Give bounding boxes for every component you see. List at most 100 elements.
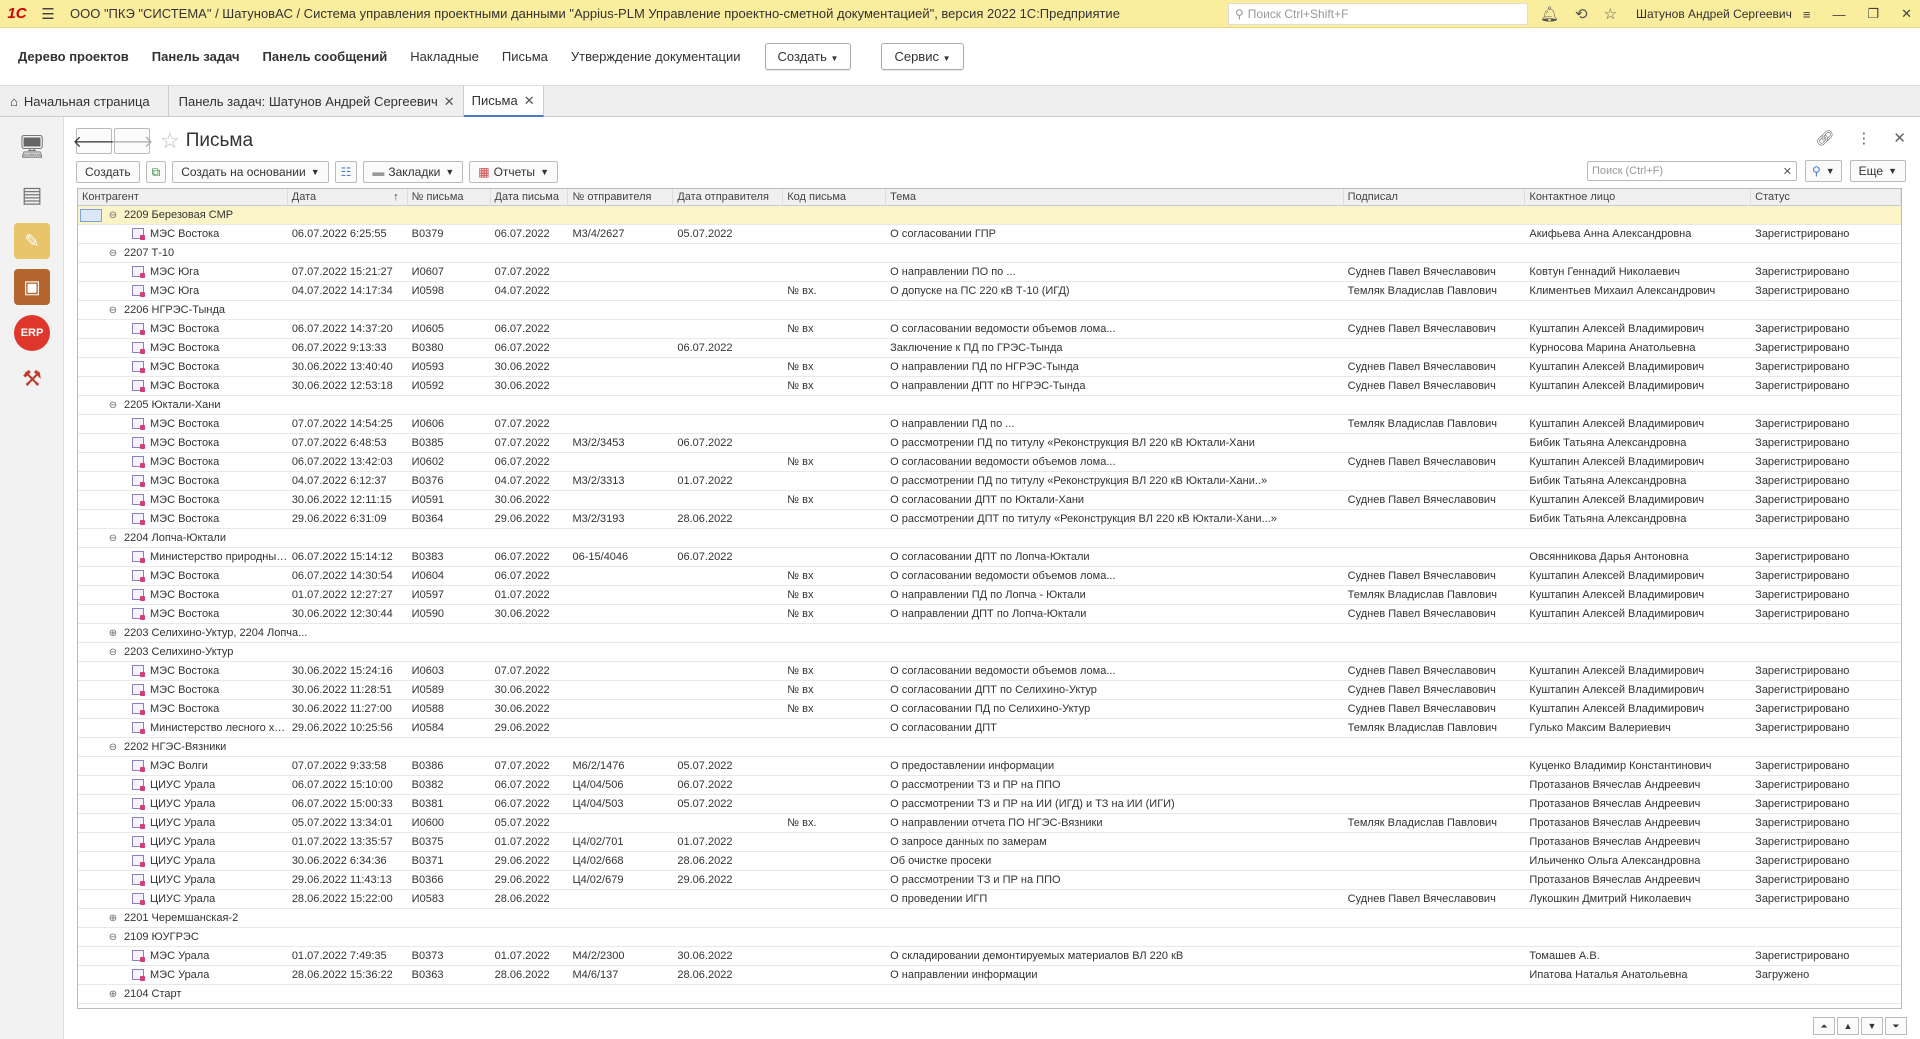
table-row[interactable]: Министерство лесного хо... 29.06.2022 10:… (78, 719, 1901, 738)
collapse-group-icon[interactable]: ⊖ (108, 396, 118, 415)
main-menu-icon[interactable]: ☰ (34, 5, 62, 23)
group-row[interactable]: ⊕ 2201 Черемшанская-2 (78, 909, 1901, 928)
table-row[interactable]: МЭС Волги 07.07.2022 9:33:58 В0386 07.07.20… (78, 757, 1901, 776)
bookmarks-button[interactable]: ▬ Закладки ▼ (363, 161, 464, 183)
scroll-next-icon[interactable]: ▼ (1861, 1017, 1883, 1035)
table-row[interactable]: ЦИУС Урала 01.07.2022 13:35:57 В0375 01.07.… (78, 833, 1901, 852)
tab-letters[interactable]: Письма ✕ (463, 86, 544, 117)
column-header-status[interactable]: Статус (1751, 189, 1901, 206)
table-row[interactable]: ЦИУС Урала 30.06.2022 6:34:36 В0371 29.06.2… (78, 852, 1901, 871)
create-button[interactable]: Создать (76, 161, 140, 183)
table-row[interactable]: МЭС Востока 30.06.2022 12:30:44 И0590 30.06… (78, 605, 1901, 624)
favorite-star-icon[interactable]: ☆ (160, 128, 180, 154)
expand-group-icon[interactable]: ⊕ (108, 985, 118, 1004)
table-row[interactable]: МЭС Юга 04.07.2022 14:17:34 И0598 04.07.202… (78, 282, 1901, 301)
column-header-date[interactable]: Дата ↑ (288, 189, 408, 206)
briefcase-icon[interactable]: ▣ (14, 269, 50, 305)
forward-button[interactable]: 🡒 (111, 128, 153, 154)
column-header-contact-person[interactable]: Контактное лицо (1525, 189, 1752, 206)
history-icon[interactable]: ⟲ (1575, 5, 1588, 23)
menu-item-messages-panel[interactable]: Панель сообщений (263, 49, 388, 64)
search-options-button[interactable]: ⚲ ▼ (1804, 160, 1842, 182)
table-row[interactable]: ЦИУС Урала 28.06.2022 15:22:00 И0583 28.06.… (78, 890, 1901, 909)
group-row[interactable]: ⊖ 2207 Т-10 (78, 244, 1901, 263)
letters-table[interactable]: Контрагент Дата ↑ № письма Дата письма № отпр… (77, 188, 1902, 1009)
table-row[interactable]: МЭС Востока 06.07.2022 14:30:54 И0604 06.07… (78, 567, 1901, 586)
restore-icon[interactable]: ❐ (1867, 6, 1879, 22)
table-row[interactable]: МЭС Востока 30.06.2022 11:28:51 И0589 30.06… (78, 681, 1901, 700)
global-search-input[interactable]: ⚲ Поиск Ctrl+Shift+F (1228, 3, 1528, 25)
table-row[interactable]: МЭС Урала 01.07.2022 7:49:35 В0373 01.07.20… (78, 947, 1901, 966)
table-row[interactable]: МЭС Востока 30.06.2022 11:27:00 И0588 30.06… (78, 700, 1901, 719)
expand-group-icon[interactable]: ⊕ (108, 909, 118, 928)
table-row[interactable]: ЦИУС Урала 29.06.2022 11:43:13 В0366 29.06.… (78, 871, 1901, 890)
group-row[interactable]: ⊕ 2104 Старт (78, 985, 1901, 1004)
create-menu-button[interactable]: Создать ▼ (764, 43, 852, 70)
copy-icon[interactable]: ⧉ (145, 161, 167, 183)
close-tab-icon[interactable]: ✕ (444, 94, 455, 110)
table-row[interactable]: МЭС Востока 01.07.2022 12:27:27 И0597 01.07… (78, 586, 1901, 605)
group-row[interactable]: ⊖ 2206 НГРЭС-Тында (78, 301, 1901, 320)
collapse-group-icon[interactable]: ⊖ (108, 738, 118, 757)
column-header-letter-code[interactable]: Код письма (783, 189, 887, 206)
group-row[interactable]: ⊖ 2205 Юктали-Хани (78, 396, 1901, 415)
table-row[interactable]: МЭС Востока 07.07.2022 14:54:25 И0606 07.07… (78, 415, 1901, 434)
table-row[interactable]: МЭС Востока 06.07.2022 6:25:55 В0379 06.07.… (78, 225, 1901, 244)
scroll-first-icon[interactable]: ⏶ (1813, 1017, 1835, 1035)
menu-item-project-tree[interactable]: Дерево проектов (18, 49, 129, 64)
table-row[interactable]: МЭС Востока 30.06.2022 12:11:15 И0591 30.06… (78, 491, 1901, 510)
collapse-group-icon[interactable]: ⊖ (108, 206, 118, 225)
table-row[interactable]: МЭС Юга 07.07.2022 15:21:27 И0607 07.07.202… (78, 263, 1901, 282)
column-header-subject[interactable]: Тема (886, 189, 1344, 206)
back-button[interactable]: 🡐 (73, 128, 115, 154)
favorites-star-icon[interactable]: ☆ (1604, 5, 1617, 23)
table-row[interactable]: Министерство природных... 06.07.2022 15:1… (78, 548, 1901, 567)
collapse-group-icon[interactable]: ⊖ (108, 244, 118, 263)
collapse-group-icon[interactable]: ⊖ (108, 301, 118, 320)
more-actions-icon[interactable]: ⋮ (1856, 129, 1871, 147)
table-row[interactable]: ЦИУС Урала 06.07.2022 15:10:00 В0382 06.07.… (78, 776, 1901, 795)
table-row[interactable]: МЭС Востока 07.07.2022 6:48:53 В0385 07.07.… (78, 434, 1901, 453)
printer-icon[interactable]: ▤ (14, 177, 50, 213)
tasks-icon[interactable]: ✎ (14, 223, 50, 259)
scroll-last-icon[interactable]: ⏷ (1885, 1017, 1907, 1035)
close-tab-icon[interactable]: ✕ (524, 93, 535, 109)
table-row[interactable]: ЦИУС Урала 05.07.2022 13:34:01 И0600 05.07.… (78, 814, 1901, 833)
column-header-letter-date[interactable]: Дата письма (491, 189, 569, 206)
list-search-input[interactable]: Поиск (Ctrl+F) ✕ (1586, 161, 1797, 181)
column-header-sender-date[interactable]: Дата отправителя (673, 189, 784, 206)
close-window-icon[interactable]: ✕ (1901, 6, 1912, 22)
table-row[interactable]: МЭС Востока 06.07.2022 9:13:33 В0380 06.07.… (78, 339, 1901, 358)
expand-group-icon[interactable]: ⊕ (108, 624, 118, 643)
table-row[interactable]: МЭС Востока 04.07.2022 6:12:37 В0376 04.07.… (78, 472, 1901, 491)
settings-menu-icon[interactable]: ≡ (1803, 7, 1811, 22)
table-row[interactable]: МЭС Востока 29.06.2022 6:31:09 В0364 29.06.… (78, 510, 1901, 529)
menu-item-doc-approval[interactable]: Утверждение документации (571, 49, 741, 64)
column-header-signed-by[interactable]: Подписал (1344, 189, 1526, 206)
table-row[interactable]: МЭС Востока 06.07.2022 13:42:03 И0602 06.07… (78, 453, 1901, 472)
close-form-icon[interactable]: ✕ (1893, 129, 1906, 147)
desktop-icon[interactable]: 🖥︎ (14, 129, 50, 165)
collapse-group-icon[interactable]: ⊖ (108, 529, 118, 548)
table-row[interactable]: МЭС Востока 30.06.2022 13:40:40 И0593 30.06… (78, 358, 1901, 377)
group-row[interactable]: ⊖ 2109 ЮУГРЭС (78, 928, 1901, 947)
table-row[interactable]: МЭС Востока 30.06.2022 15:24:16 И0603 07.07… (78, 662, 1901, 681)
group-row[interactable]: ⊕ 2203 Селихино-Уктур, 2204 Лопча... (78, 624, 1901, 643)
erp-icon[interactable]: ERP (14, 315, 50, 351)
table-row[interactable]: МЭС Урала 28.06.2022 15:36:22 В0363 28.06.2… (78, 966, 1901, 985)
current-user[interactable]: Шатунов Андрей Сергеевич (1636, 0, 1792, 28)
column-header-letter-number[interactable]: № письма (408, 189, 491, 206)
clear-search-icon[interactable]: ✕ (1783, 165, 1792, 178)
more-button[interactable]: Еще ▼ (1849, 160, 1906, 182)
service-menu-button[interactable]: Сервис ▼ (881, 43, 964, 70)
filter-settings-icon[interactable]: ☷ (334, 161, 358, 183)
collapse-group-icon[interactable]: ⊖ (108, 928, 118, 947)
bell-icon[interactable]: 🔔︎ (1540, 5, 1559, 23)
tools-icon[interactable]: ⚒ (14, 361, 50, 397)
table-row[interactable]: МЭС Востока 30.06.2022 12:53:18 И0592 30.06… (78, 377, 1901, 396)
group-row[interactable]: ⊖ 2209 Березовая СМР (78, 206, 1901, 225)
menu-item-task-panel[interactable]: Панель задач (152, 49, 240, 64)
table-row[interactable]: ЦИУС Урала 06.07.2022 15:00:33 В0381 06.07.… (78, 795, 1901, 814)
tab-task-panel[interactable]: Панель задач: Шатунов Андрей Сергеевич ✕ (169, 86, 464, 117)
scroll-prev-icon[interactable]: ▲ (1837, 1017, 1859, 1035)
